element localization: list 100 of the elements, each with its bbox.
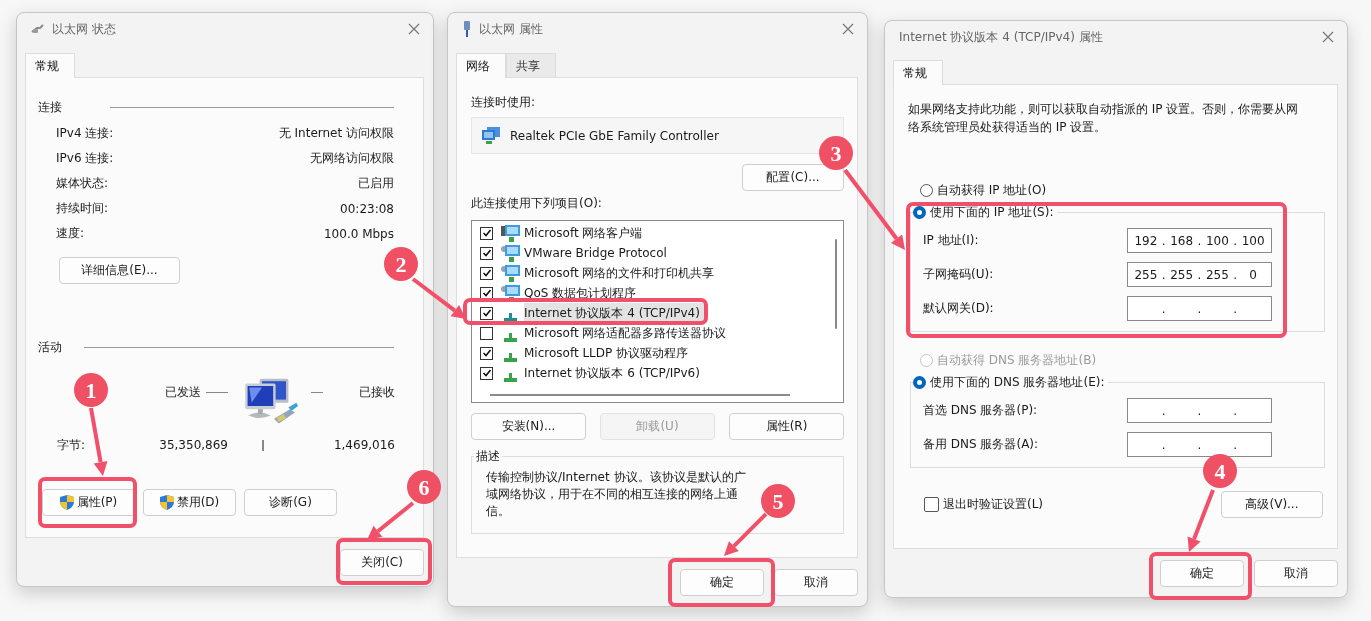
field-label: 子网掩码(U):: [923, 266, 994, 283]
dialog-button[interactable]: 确定: [1160, 560, 1244, 587]
dialog-button[interactable]: 确定: [680, 569, 764, 596]
configure-button[interactable]: 配置(C)...: [742, 164, 844, 191]
item-button[interactable]: 安装(N)...: [471, 413, 586, 440]
monitor-icon: [501, 244, 520, 262]
ip-address-field[interactable]: 192 . 168 . 100 . 100: [1127, 228, 1272, 253]
description-text: 传输控制协议/Internet 协议。该协议是默认的广域网络协议，用于在不同的相互连接的网络上通信。: [486, 469, 747, 520]
checkbox[interactable]: [924, 497, 939, 512]
pointer-arrow: [411, 277, 466, 319]
step-badge: 6: [407, 470, 441, 504]
step-badge: 2: [384, 247, 418, 281]
field-label: 首选 DNS 服务器(P):: [923, 402, 1038, 419]
field-value: 无网络访问权限: [310, 150, 394, 167]
step-badge: 4: [1203, 454, 1237, 488]
step-badge: 1: [74, 373, 108, 407]
field-label: IPv4 连接:: [56, 125, 114, 142]
checkbox-label: 退出时验证设置(L): [943, 496, 1044, 513]
field-label: IPv6 连接:: [56, 150, 114, 167]
details-button[interactable]: 详细信息(E)...: [59, 257, 180, 284]
plug-icon: [462, 21, 472, 37]
monitor-icon: [501, 224, 520, 242]
ip-address-field[interactable]: . . .: [1127, 432, 1272, 457]
pointer-arrow: [724, 512, 768, 556]
protocol-icon: [504, 372, 517, 382]
field-label: 默认网关(D):: [923, 300, 994, 317]
ip-address-field[interactable]: . . .: [1127, 296, 1272, 321]
close-icon[interactable]: [841, 22, 855, 36]
field-label: IP 地址(I):: [923, 232, 979, 249]
window-title: 以太网 状态: [52, 20, 116, 38]
checkbox[interactable]: [480, 346, 493, 360]
cable-icon: [31, 24, 45, 34]
checkbox[interactable]: [480, 326, 493, 340]
radio-label: 使用下面的 DNS 服务器地址(E):: [930, 374, 1105, 391]
section-heading: 连接: [38, 98, 62, 116]
advanced-button[interactable]: 高级(V)...: [1221, 491, 1323, 518]
bytes-label: 字节:: [57, 437, 86, 452]
action-button[interactable]: 诊断(G): [244, 489, 337, 516]
close-icon[interactable]: [407, 22, 421, 36]
field-label: 媒体状态:: [56, 175, 109, 192]
close-icon[interactable]: [1321, 30, 1335, 44]
step-badge: 3: [819, 136, 853, 170]
field-label: 持续时间:: [56, 200, 109, 217]
checkbox[interactable]: [480, 246, 493, 260]
tab[interactable]: 网络: [456, 53, 506, 78]
protocol-icon: [504, 352, 517, 362]
ip-address-field[interactable]: 255 . 255 . 255 . 0: [1127, 262, 1272, 287]
window-title: Internet 协议版本 4 (TCP/IPv4) 属性: [899, 28, 1103, 46]
received-label: 已接收: [359, 383, 395, 401]
tab[interactable]: 常规: [25, 53, 75, 78]
radio-button[interactable]: [920, 183, 933, 197]
ip-address-field[interactable]: . . .: [1127, 398, 1272, 423]
pointer-arrow: [367, 501, 415, 540]
group-heading: 描述: [475, 448, 501, 465]
action-button[interactable]: 禁用(D): [143, 489, 236, 516]
checkbox[interactable]: [480, 226, 493, 240]
sent-label: 已发送: [165, 383, 201, 401]
list-item[interactable]: Microsoft 网络客户端: [472, 223, 825, 243]
field-value: 00:23:08: [340, 201, 394, 216]
list-item[interactable]: Microsoft 网络适配器多路传送器协议: [472, 323, 825, 343]
radio-button[interactable]: [913, 206, 926, 219]
window-title: 以太网 属性: [479, 20, 543, 38]
list-item[interactable]: Microsoft LLDP 协议驱动程序: [472, 343, 825, 363]
action-button[interactable]: 属性(P): [42, 489, 135, 516]
monitor-icon: [482, 127, 500, 144]
protocol-icon: [504, 312, 517, 322]
protocol-icon: [504, 332, 517, 342]
pointer-arrow: [1187, 489, 1215, 552]
list-item[interactable]: Internet 协议版本 6 (TCP/IPv6): [472, 363, 825, 383]
bytes-sent: 35,350,869: [159, 438, 228, 452]
checkbox[interactable]: [480, 266, 493, 280]
field-label: 速度:: [56, 225, 85, 242]
close-button[interactable]: 关闭(C): [340, 549, 424, 576]
field-label: 连接时使用:: [471, 94, 537, 110]
tab[interactable]: 常规: [893, 60, 943, 85]
section-heading: 活动: [38, 338, 62, 356]
list-item[interactable]: QoS 数据包计划程序: [472, 283, 825, 303]
field-label: 此连接使用下列项目(O):: [471, 195, 603, 211]
list-item[interactable]: Microsoft 网络的文件和打印机共享: [472, 263, 825, 283]
dialog-button[interactable]: 取消: [1254, 560, 1338, 587]
radio-button[interactable]: [913, 376, 926, 389]
monitor-icon: [501, 264, 520, 282]
field-label: 备用 DNS 服务器(A):: [923, 436, 1039, 453]
field-value: 100.0 Mbps: [324, 226, 394, 241]
adapter-name: Realtek PCIe GbE Family Controller: [510, 128, 719, 143]
tab[interactable]: 共享: [506, 53, 556, 77]
radio-label: 自动获得 IP 地址(O): [937, 181, 1047, 199]
radio-label: 自动获得 DNS 服务器地址(B): [937, 351, 1097, 369]
list-item[interactable]: VMware Bridge Protocol: [472, 243, 825, 263]
pointer-arrow: [89, 407, 108, 476]
field-value: 无 Internet 访问权限: [278, 125, 394, 142]
intro-text: 如果网络支持此功能，则可以获取自动指派的 IP 设置。否则，你需要从网络系统管理员处获得适当的 IP 设置。: [908, 101, 1300, 136]
step-badge: 5: [761, 484, 795, 518]
checkbox[interactable]: [480, 306, 493, 320]
radio-label: 使用下面的 IP 地址(S):: [930, 204, 1054, 221]
field-value: 已启用: [358, 175, 394, 192]
checkbox[interactable]: [480, 366, 493, 380]
bytes-received: 1,469,016: [333, 438, 395, 452]
item-button[interactable]: 属性(R): [729, 413, 844, 440]
dialog-button[interactable]: 取消: [774, 569, 858, 596]
